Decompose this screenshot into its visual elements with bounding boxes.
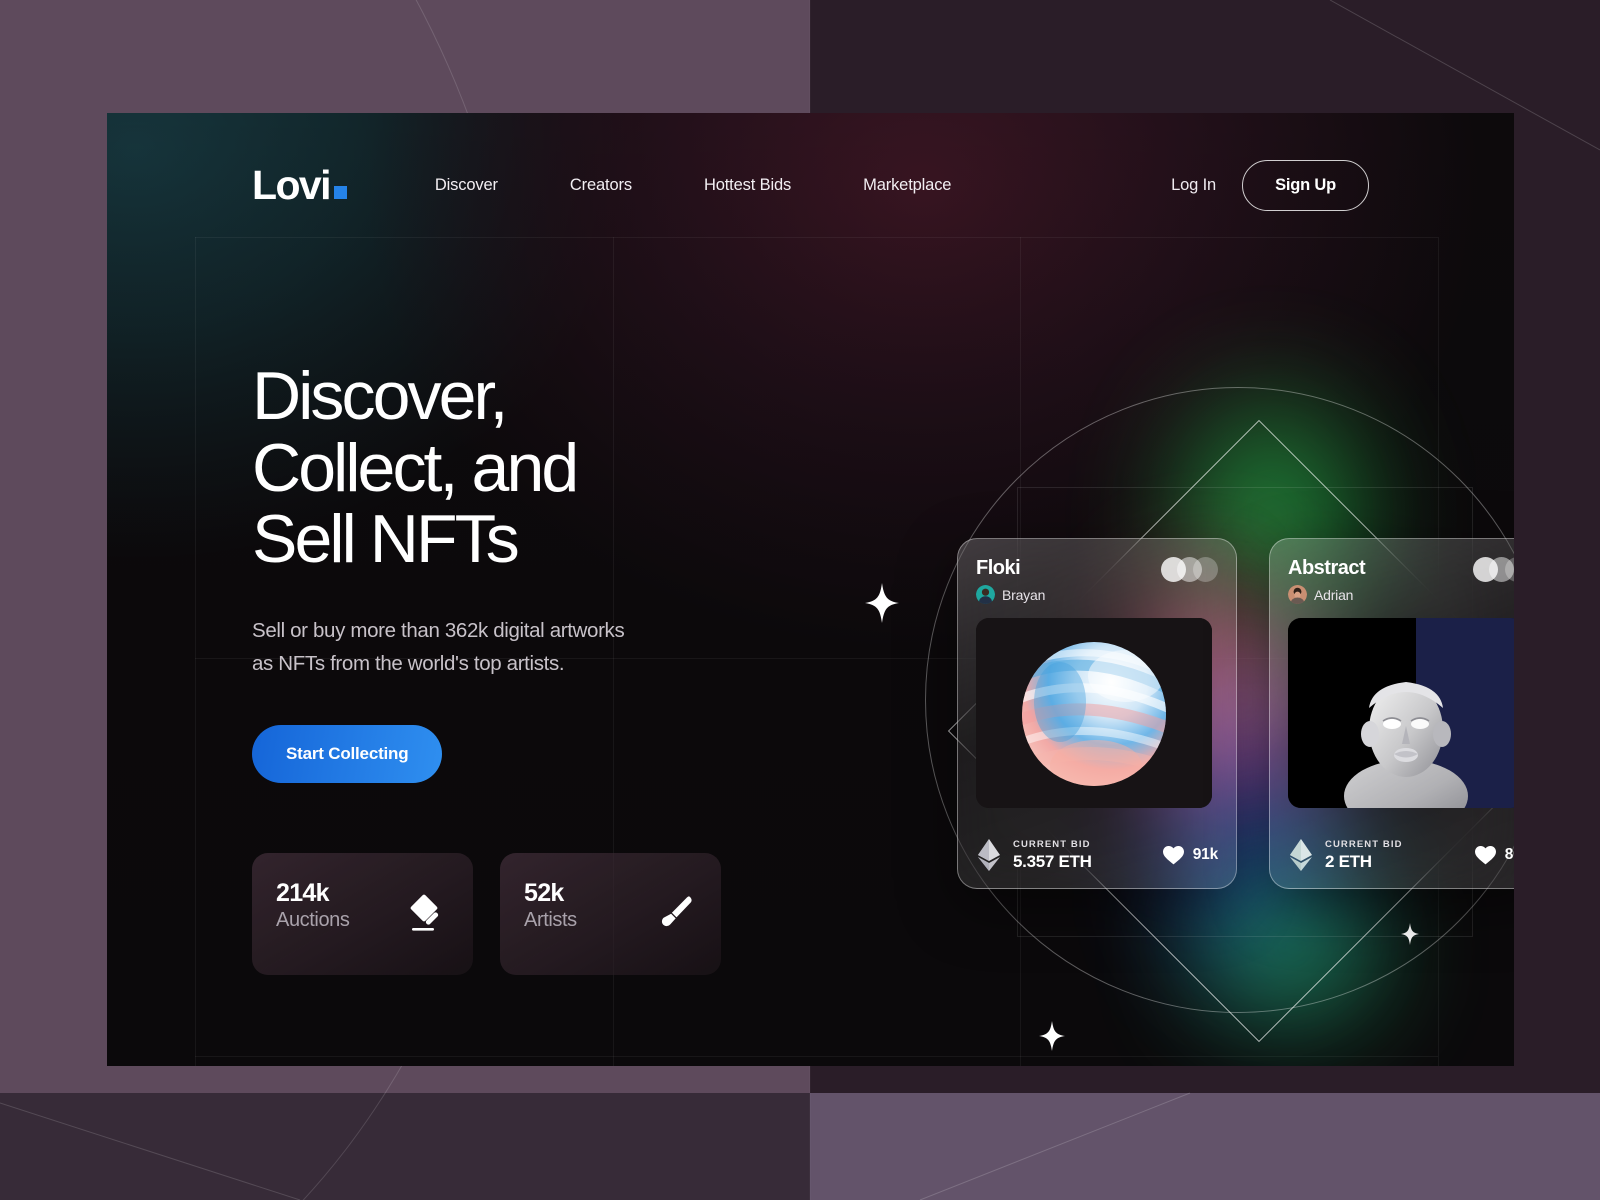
heart-icon [1162, 845, 1184, 864]
heart-icon [1474, 845, 1496, 864]
main-nav: Discover Creators Hottest Bids Marketpla… [399, 176, 987, 195]
hero-visual: Floki Brayan CURRENT BID 5.357 ETH 91k A… [807, 283, 1514, 1066]
stats-row: 214k Auctions 52k Artists [252, 852, 872, 975]
nft-card-header: Floki Brayan [976, 557, 1218, 604]
like-control[interactable]: 91k [1162, 845, 1218, 865]
brand-logo[interactable]: Lovi [252, 165, 347, 206]
hero-subtitle: Sell or buy more than 362k digital artwo… [252, 619, 625, 676]
start-collecting-button[interactable]: Start Collecting [252, 724, 443, 783]
nav-item-hottest-bids[interactable]: Hottest Bids [668, 176, 827, 195]
nav-item-discover[interactable]: Discover [399, 176, 534, 195]
navbar: Lovi Discover Creators Hottest Bids Mark… [107, 113, 1514, 258]
login-link[interactable]: Log In [1171, 176, 1216, 195]
stat-card-auctions[interactable]: 214k Auctions [252, 852, 473, 975]
bid-value: 2 ETH [1325, 851, 1372, 871]
page-title: Discover, Collect, and Sell NFTs [252, 358, 579, 578]
brand-name: Lovi [252, 162, 331, 208]
owner-avatar [1193, 557, 1218, 582]
nft-author: Adrian [1288, 585, 1365, 604]
bid-value: 5.357 ETH [1013, 851, 1092, 871]
stat-card-artists[interactable]: 52k Artists [500, 852, 721, 975]
owner-avatar-stack[interactable] [1161, 557, 1218, 582]
nft-title: Abstract [1288, 557, 1366, 579]
nav-item-creators[interactable]: Creators [534, 176, 668, 195]
nft-author: Brayan [976, 585, 1045, 604]
nav-item-marketplace[interactable]: Marketplace [827, 176, 987, 195]
nft-artwork[interactable] [976, 618, 1212, 808]
gavel-icon [405, 891, 451, 937]
nft-card-footer: CURRENT BID 2 ETH 80k [1270, 824, 1514, 888]
nft-card[interactable]: Abstract Adrian CURRENT BID 2 ETH 8 [1269, 538, 1514, 889]
nft-title: Floki [976, 557, 1021, 579]
like-count: 91k [1192, 846, 1218, 863]
nft-artwork[interactable] [1288, 618, 1514, 808]
guide-line-v1 [195, 237, 196, 1066]
avatar [976, 585, 995, 604]
nav-actions: Log In Sign Up [1171, 160, 1369, 211]
nft-card-footer: CURRENT BID 5.357 ETH 91k [958, 824, 1236, 888]
signup-button[interactable]: Sign Up [1242, 160, 1369, 211]
like-control[interactable]: 80k [1474, 845, 1514, 865]
like-count: 80k [1504, 846, 1514, 863]
ethereum-icon [976, 838, 1002, 872]
nft-author-name: Adrian [1314, 586, 1354, 603]
paintbrush-icon [653, 891, 699, 937]
owner-avatar-stack[interactable] [1473, 557, 1514, 582]
nft-card-header: Abstract Adrian [1288, 557, 1514, 604]
brand-dot-icon [333, 186, 347, 199]
nft-author-name: Brayan [1002, 586, 1046, 603]
nft-card[interactable]: Floki Brayan CURRENT BID 5.357 ETH 91k [957, 538, 1237, 889]
bid-label: CURRENT BID [1013, 838, 1091, 850]
hero-content: Discover, Collect, and Sell NFTs Sell or… [252, 358, 872, 975]
avatar [1288, 585, 1307, 604]
ethereum-icon [1288, 838, 1314, 872]
sparkle-icon [1039, 1021, 1065, 1051]
bid-label: CURRENT BID [1325, 838, 1403, 850]
app-canvas: Lovi Discover Creators Hottest Bids Mark… [107, 113, 1514, 1066]
nft-card-list: Floki Brayan CURRENT BID 5.357 ETH 91k A… [957, 538, 1514, 889]
sparkle-icon [1401, 923, 1419, 945]
